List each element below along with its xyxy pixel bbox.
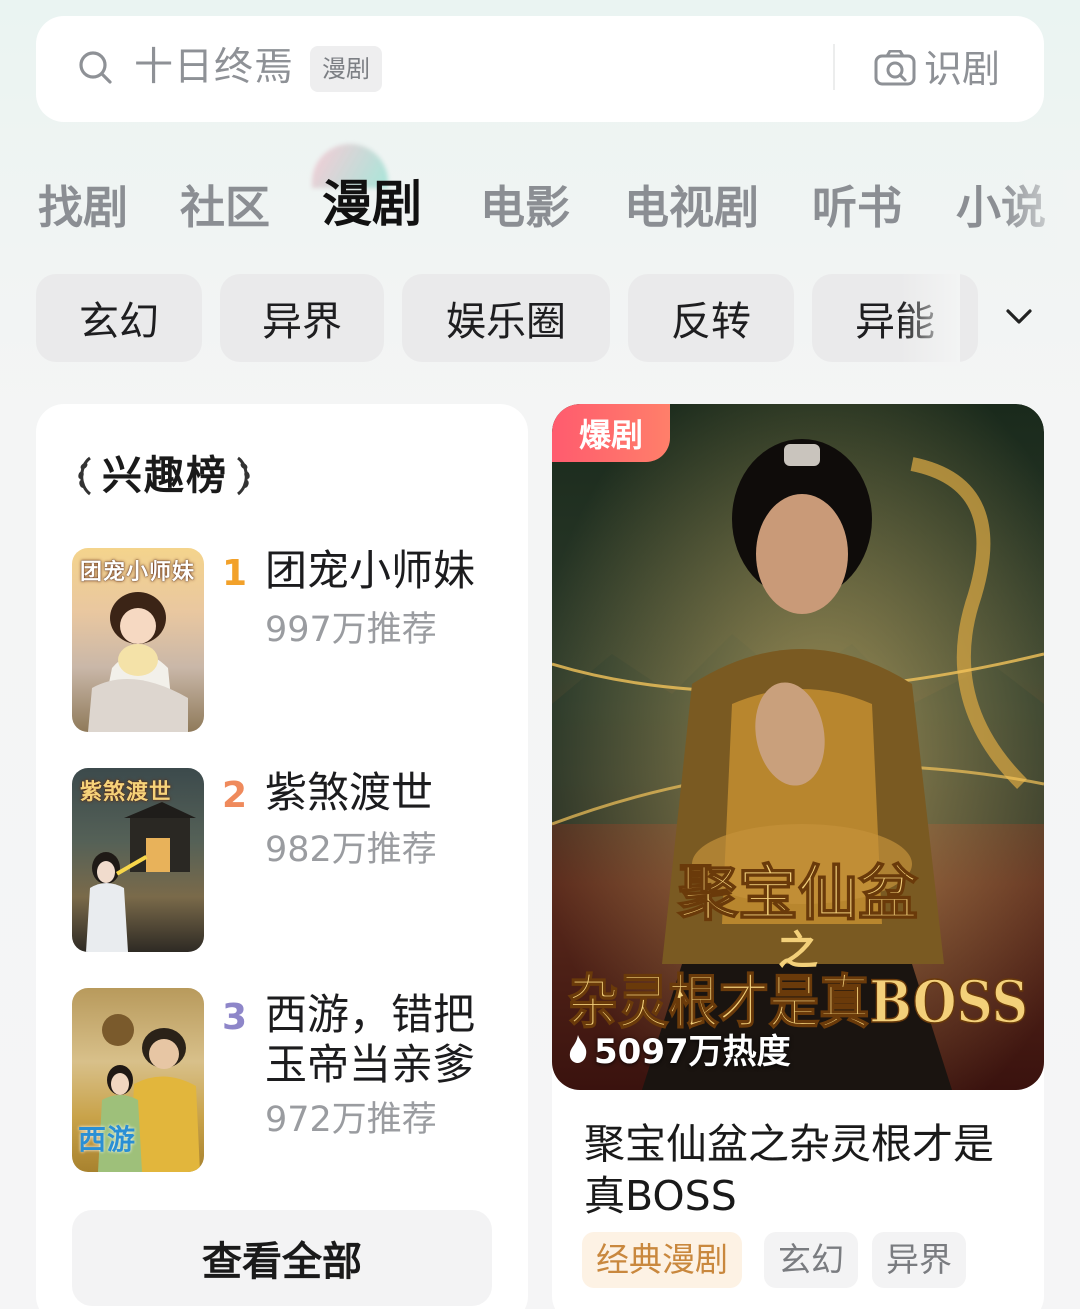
tab-comic-drama[interactable]: 漫剧 [322,176,422,232]
chips-fade [900,270,960,366]
poster-art: 聚宝仙盆 之 杂灵根才是真BOSS [552,404,1044,1090]
featured-title[interactable]: 聚宝仙盆之杂灵根才是真BOSS [584,1118,1024,1222]
cover-thumbnail[interactable]: 紫煞渡世 [72,768,204,952]
genre-chip-yijie[interactable]: 异界 [220,274,384,362]
hot-badge: 爆剧 [552,404,670,462]
cover-title: 团宠小师妹 [80,560,196,585]
search-icon [79,51,112,84]
cover-title: 西游 [78,1123,137,1156]
poster-title-mid: 之 [778,927,818,974]
genre-chip-xuanhuan[interactable]: 玄幻 [36,274,202,362]
tab-tv-series[interactable]: 电视剧 [624,180,759,236]
tab-movies[interactable]: 电影 [480,180,570,236]
tab-find[interactable]: 找剧 [38,180,128,236]
camera-icon[interactable] [874,50,916,86]
tag-yijie[interactable]: 异界 [872,1232,966,1288]
cover-thumbnail[interactable]: 团宠小师妹 [72,548,204,732]
rank-number: 1 [222,553,248,594]
tab-community[interactable]: 社区 [180,180,270,236]
rank-number: 3 [222,997,248,1038]
heat-count: 5097万热度 [594,1032,791,1072]
search-input[interactable]: 十日终焉 [134,43,294,93]
search-scope-tag: 漫剧 [310,46,382,92]
drama-title[interactable]: 紫煞渡世 [265,768,495,818]
featured-poster[interactable]: 聚宝仙盆 之 杂灵根才是真BOSS 爆剧 5097万热度 [552,404,1044,1090]
drama-title[interactable]: 西游，错把玉帝当亲爹 [265,990,495,1090]
rank-number: 2 [222,775,248,816]
poster-title-line1: 聚宝仙盆 [677,859,918,929]
tag-xuanhuan[interactable]: 玄幻 [764,1232,858,1288]
tabs-fade [1000,170,1080,250]
genre-chip-entertainment[interactable]: 娱乐圈 [402,274,610,362]
ranking-title: 兴趣榜 [102,453,228,499]
chevron-down-icon[interactable] [1004,306,1034,328]
drama-title[interactable]: 团宠小师妹 [265,546,495,596]
recommend-count: 997万推荐 [265,610,437,650]
view-all-button[interactable]: 查看全部 [72,1210,492,1306]
recommend-count: 972万推荐 [265,1100,437,1140]
recommend-count: 982万推荐 [265,830,437,870]
cover-thumbnail[interactable]: 西游 [72,988,204,1172]
tab-audiobooks[interactable]: 听书 [812,180,902,236]
laurel-left-icon [78,456,92,496]
search-divider [833,44,835,90]
cover-title: 紫煞渡世 [80,780,173,805]
tag-classic[interactable]: 经典漫剧 [582,1232,742,1288]
laurel-right-icon [236,456,250,496]
genre-chip-reversal[interactable]: 反转 [628,274,794,362]
flame-icon [569,1035,587,1063]
scan-drama-button[interactable]: 识剧 [924,44,1000,94]
featured-drama-card[interactable]: 聚宝仙盆 之 杂灵根才是真BOSS 爆剧 5097万热度 聚宝仙盆之杂灵根才是真… [552,404,1044,1309]
